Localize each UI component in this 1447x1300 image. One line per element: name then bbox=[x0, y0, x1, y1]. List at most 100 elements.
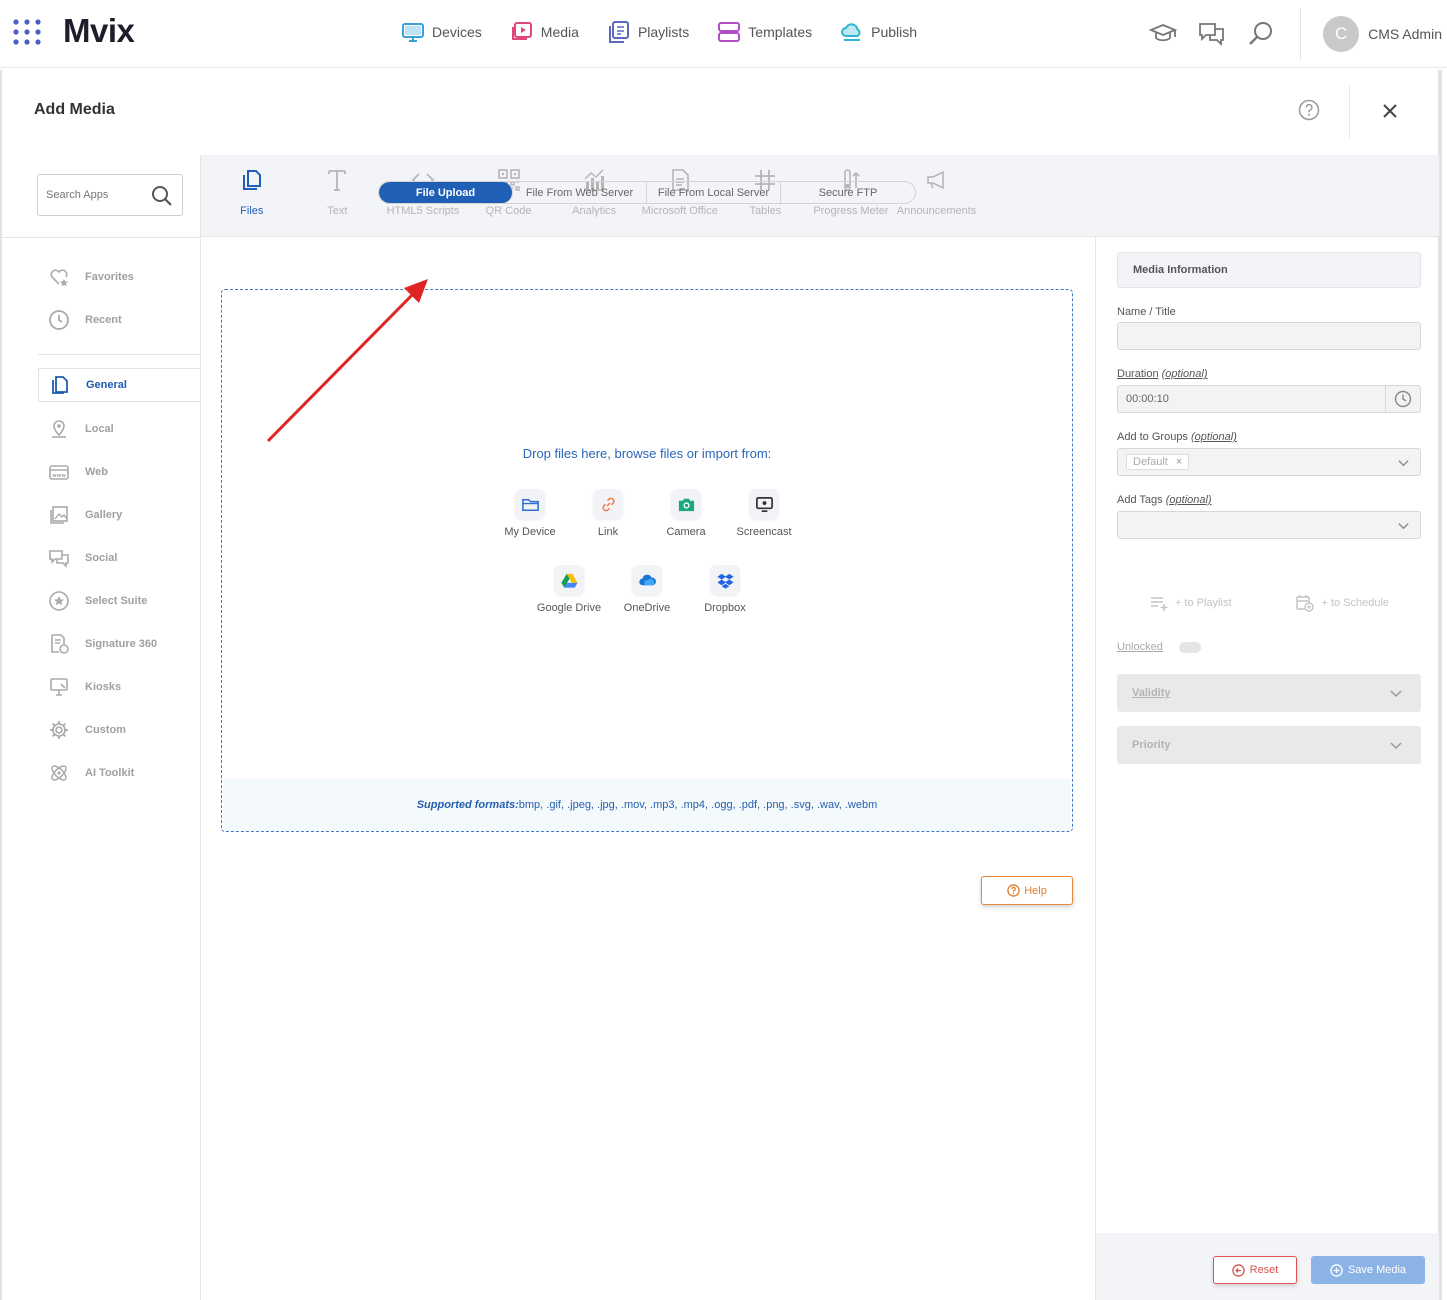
save-label: Save Media bbox=[1347, 1264, 1407, 1276]
sidebar-item-general[interactable]: General bbox=[38, 368, 200, 402]
source-label: OneDrive bbox=[623, 602, 671, 614]
sidebar-item-label: Social bbox=[85, 551, 118, 564]
name-label: Name / Title bbox=[1117, 306, 1176, 318]
calendar-add-icon bbox=[1296, 595, 1315, 612]
tab-file-from-local-server[interactable]: File From Local Server bbox=[647, 182, 781, 203]
sidebar-item-recent[interactable]: Recent bbox=[38, 298, 200, 341]
source-camera[interactable]: Camera bbox=[647, 489, 725, 538]
app-label: Announcements bbox=[896, 205, 977, 217]
import-sources-row: My Device Link Camera Screencast bbox=[222, 489, 1072, 538]
app-grid-icon[interactable] bbox=[13, 18, 41, 46]
sidebar-item-gallery[interactable]: Gallery bbox=[38, 493, 200, 536]
name-title-input[interactable] bbox=[1117, 322, 1421, 350]
source-onedrive[interactable]: OneDrive bbox=[608, 565, 686, 614]
monitor-icon bbox=[402, 23, 424, 42]
groups-label: Add to Groups (optional) bbox=[1117, 431, 1237, 443]
graduation-cap-icon[interactable] bbox=[1148, 19, 1178, 49]
divider bbox=[38, 354, 200, 355]
add-to-playlist-button[interactable]: + to Playlist bbox=[1149, 594, 1232, 612]
file-drop-zone[interactable]: Drop files here, browse files or import … bbox=[221, 289, 1073, 832]
sidebar-item-social[interactable]: Social bbox=[38, 536, 200, 579]
priority-label: Priority bbox=[1132, 739, 1171, 751]
chevron-down-icon bbox=[1398, 523, 1409, 530]
avatar[interactable]: C bbox=[1323, 16, 1360, 52]
help-circle-icon bbox=[1007, 884, 1020, 897]
app-text[interactable]: Text bbox=[295, 167, 381, 217]
app-label: Progress Meter bbox=[813, 205, 889, 217]
nav-devices[interactable]: Devices bbox=[401, 20, 482, 44]
search-icon[interactable] bbox=[150, 184, 174, 208]
gallery-icon bbox=[50, 505, 68, 524]
sidebar-item-web[interactable]: www Web bbox=[38, 450, 200, 493]
source-label: Camera bbox=[666, 526, 706, 538]
sidebar-item-favorites[interactable]: Favorites bbox=[38, 255, 200, 298]
duration-input[interactable]: 00:00:10 bbox=[1117, 385, 1421, 413]
sidebar-item-select-suite[interactable]: Select Suite bbox=[38, 579, 200, 622]
templates-icon bbox=[718, 22, 741, 42]
help-label: Help bbox=[1024, 884, 1047, 897]
source-google-drive[interactable]: Google Drive bbox=[530, 565, 608, 614]
heart-star-icon bbox=[50, 268, 68, 286]
nav-publish[interactable]: Publish bbox=[840, 20, 917, 44]
divider bbox=[200, 155, 201, 1300]
nav-playlists[interactable]: Playlists bbox=[607, 20, 689, 44]
app-label: QR Code bbox=[485, 205, 532, 217]
unlocked-label: Unlocked bbox=[1117, 641, 1163, 653]
priority-accordion[interactable]: Priority bbox=[1117, 726, 1421, 764]
chevron-down-icon bbox=[1398, 460, 1409, 467]
source-label: Screencast bbox=[736, 526, 792, 538]
optional-hint: (optional) bbox=[1165, 494, 1212, 506]
remove-chip-icon[interactable]: × bbox=[1176, 456, 1182, 468]
sidebar-item-signature-360[interactable]: Signature 360 bbox=[38, 622, 200, 665]
search-icon[interactable] bbox=[1246, 19, 1276, 49]
camera-icon bbox=[678, 498, 694, 511]
sidebar-item-label: Web bbox=[85, 465, 109, 478]
user-name[interactable]: CMS Admin bbox=[1368, 26, 1442, 42]
sidebar-item-label: AI Toolkit bbox=[85, 766, 135, 779]
web-icon: www bbox=[49, 464, 69, 480]
plus-circle-icon bbox=[1330, 1263, 1343, 1277]
close-icon[interactable] bbox=[1379, 100, 1401, 122]
nav-templates[interactable]: Templates bbox=[717, 20, 812, 44]
chat-bubbles-icon[interactable] bbox=[1197, 19, 1227, 49]
source-screencast[interactable]: Screencast bbox=[725, 489, 803, 538]
add-to-schedule-button[interactable]: + to Schedule bbox=[1295, 594, 1389, 612]
tab-file-upload[interactable]: File Upload bbox=[379, 182, 513, 203]
sidebar-item-custom[interactable]: Custom bbox=[38, 708, 200, 751]
chevron-down-icon bbox=[1390, 742, 1402, 750]
app-label: Microsoft Office bbox=[641, 205, 718, 217]
save-media-button[interactable]: Save Media bbox=[1311, 1256, 1425, 1284]
onedrive-icon bbox=[638, 574, 656, 585]
nav-media[interactable]: Media bbox=[510, 20, 579, 44]
chevron-down-icon bbox=[1390, 690, 1402, 698]
dropbox-icon bbox=[716, 573, 734, 589]
tab-secure-ftp[interactable]: Secure FTP bbox=[781, 182, 915, 203]
mvix-logo[interactable]: Mvix bbox=[63, 12, 135, 50]
unlocked-toggle[interactable] bbox=[1178, 641, 1201, 653]
help-button[interactable]: Help bbox=[981, 876, 1073, 905]
tags-select[interactable] bbox=[1117, 511, 1421, 539]
duration-label-text: Duration bbox=[1117, 368, 1159, 380]
drop-prompt[interactable]: Drop files here, browse files or import … bbox=[222, 446, 1072, 461]
source-dropbox[interactable]: Dropbox bbox=[686, 565, 764, 614]
upload-source-tabs: File Upload File From Web Server File Fr… bbox=[378, 181, 916, 204]
search-input[interactable] bbox=[38, 175, 142, 215]
source-link[interactable]: Link bbox=[569, 489, 647, 538]
reset-button[interactable]: Reset bbox=[1213, 1256, 1297, 1284]
help-question-icon[interactable] bbox=[1298, 99, 1320, 121]
sidebar-item-local[interactable]: Local bbox=[38, 407, 200, 450]
tab-file-from-web-server[interactable]: File From Web Server bbox=[513, 182, 647, 203]
reset-label: Reset bbox=[1249, 1264, 1279, 1276]
unlocked-toggle-row: Unlocked bbox=[1117, 641, 1201, 653]
groups-select[interactable]: Default × bbox=[1117, 448, 1421, 476]
cloud-sources-row: Google Drive OneDrive Dropbox bbox=[222, 565, 1072, 614]
sidebar-item-kiosks[interactable]: Kiosks bbox=[38, 665, 200, 708]
validity-accordion[interactable]: Validity bbox=[1117, 674, 1421, 712]
app-files[interactable]: Files bbox=[209, 167, 295, 217]
sidebar-item-ai-toolkit[interactable]: AI Toolkit bbox=[38, 751, 200, 794]
groups-label-text: Add to Groups bbox=[1117, 431, 1188, 443]
sidebar-item-label: Select Suite bbox=[85, 594, 148, 607]
duration-picker-button[interactable] bbox=[1385, 386, 1420, 412]
divider bbox=[2, 237, 200, 238]
source-my-device[interactable]: My Device bbox=[491, 489, 569, 538]
